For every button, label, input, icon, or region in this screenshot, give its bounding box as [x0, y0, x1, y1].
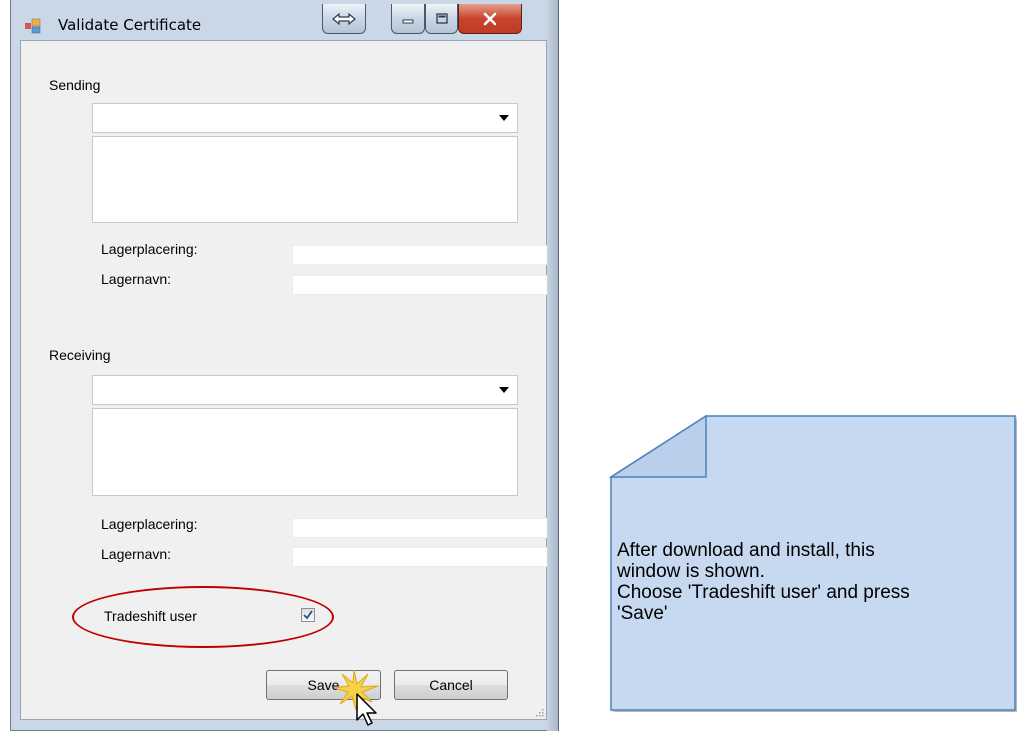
sending-details-box[interactable] — [92, 136, 518, 223]
minimize-icon — [402, 19, 414, 23]
tradeshift-user-checkbox[interactable] — [301, 608, 315, 622]
checkmark-icon — [303, 610, 313, 620]
sending-lagernavn-label: Lagernavn: — [101, 271, 172, 287]
dialog-client-area: Sending Lagerplacering: Lagernavn: Recei… — [20, 40, 548, 720]
receiving-lagerplacering-label: Lagerplacering: — [101, 516, 198, 532]
receiving-details-box[interactable] — [92, 408, 518, 496]
receiving-lagernavn-field — [292, 547, 548, 567]
title-bar[interactable]: Validate Certificate — [11, 0, 557, 40]
callout-text: After download and install, this window … — [617, 540, 1012, 624]
callout-line: 'Save' — [617, 603, 668, 624]
minimize-button[interactable] — [391, 4, 425, 34]
close-icon — [483, 12, 497, 25]
window-title: Validate Certificate — [58, 16, 202, 34]
sending-lagerplacering-label: Lagerplacering: — [101, 241, 198, 257]
receiving-lagerplacering-field — [292, 518, 548, 538]
chevron-down-icon[interactable] — [499, 115, 509, 121]
sending-lagerplacering-field — [292, 245, 548, 265]
maximize-button[interactable] — [425, 4, 458, 34]
chevron-down-icon[interactable] — [499, 387, 509, 393]
tradeshift-user-label: Tradeshift user — [104, 608, 197, 624]
validate-certificate-window: Validate Certificate Sending Lagerplacer… — [10, 0, 558, 731]
callout-line: After download and install, this — [617, 540, 875, 561]
mouse-cursor-icon — [356, 693, 377, 726]
receiving-section-label: Receiving — [49, 347, 111, 363]
close-button[interactable] — [458, 4, 522, 34]
horizontal-resize-icon — [332, 12, 356, 25]
sending-section-label: Sending — [49, 77, 101, 93]
callout-line: Choose 'Tradeshift user' and press — [617, 582, 910, 603]
app-window-icon — [25, 18, 41, 34]
receiving-lagernavn-label: Lagernavn: — [101, 546, 172, 562]
sending-combo[interactable] — [92, 103, 518, 133]
sending-lagernavn-field — [292, 275, 548, 295]
receiving-combo[interactable] — [92, 375, 518, 405]
maximize-icon — [435, 12, 448, 24]
cancel-button[interactable]: Cancel — [394, 670, 508, 700]
resize-grip-icon[interactable] — [534, 707, 544, 717]
window-right-border — [547, 0, 559, 731]
callout-line: window is shown. — [617, 561, 765, 582]
resize-button[interactable] — [322, 4, 366, 34]
